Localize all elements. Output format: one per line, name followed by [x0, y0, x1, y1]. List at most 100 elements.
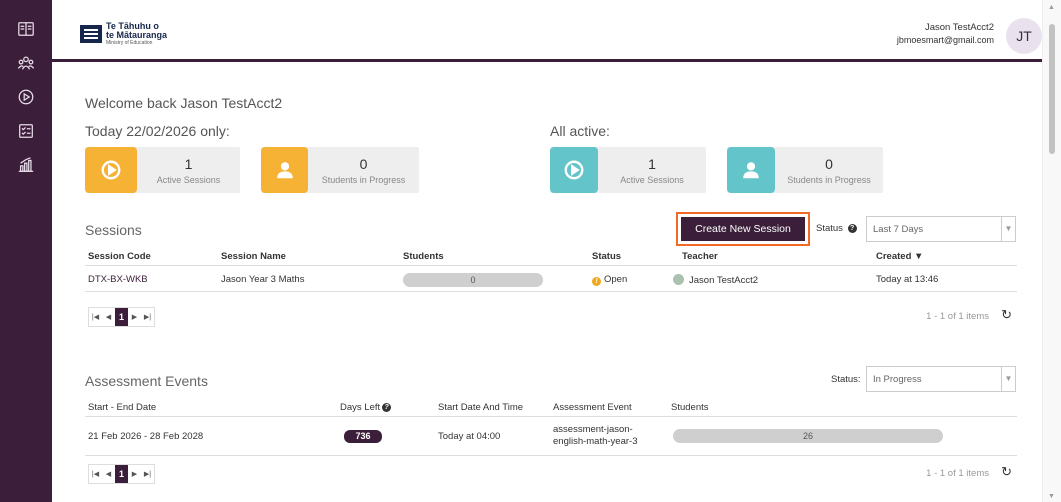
students-count: 26 [802, 431, 813, 441]
all-active-sessions-card[interactable]: 1 Active Sessions [550, 147, 706, 193]
scroll-down-icon[interactable]: ▼ [1048, 493, 1055, 500]
all-active-label: All active: [550, 123, 610, 139]
table-row[interactable]: 21 Feb 2026 - 28 Feb 2028 736 Today at 0… [85, 419, 1017, 456]
assessment-events-title: Assessment Events [85, 373, 208, 389]
col-status[interactable]: Status [592, 251, 621, 262]
event-name-line1: assessment-jason- [553, 424, 633, 435]
scroll-up-icon[interactable]: ▲ [1048, 4, 1055, 11]
help-icon[interactable]: ? [382, 402, 392, 412]
sessions-status-value: Last 7 Days [873, 224, 924, 235]
assessment-status-select[interactable]: In Progress ▼ [866, 366, 1016, 392]
sessions-table-header: Session Code Session Name Students Statu… [85, 248, 1017, 266]
assessment-status-value: In Progress [873, 374, 922, 385]
col-start-end-date[interactable]: Start - End Date [88, 402, 156, 413]
avatar[interactable]: JT [1006, 18, 1042, 54]
card-count: 1 [184, 156, 193, 172]
teacher-name: Jason TestAcct2 [689, 275, 759, 286]
warning-icon: ! [592, 277, 601, 286]
col-days-left-text: Days Left [340, 402, 381, 413]
col-students[interactable]: Students [671, 402, 709, 413]
prev-page-icon[interactable]: ◀ [102, 465, 115, 483]
card-count: 1 [648, 156, 656, 172]
play-circle-icon [85, 147, 137, 193]
user-info[interactable]: Jason TestAcct2 jbmoesmart@gmail.com [897, 22, 994, 46]
first-page-icon[interactable]: |◀ [89, 465, 102, 483]
card-label: Students in Progress [787, 175, 871, 185]
today-label: Today 22/02/2026 only: [85, 123, 230, 139]
refresh-icon[interactable]: ↻ [1001, 307, 1012, 323]
first-page-icon[interactable]: |◀ [89, 308, 102, 326]
refresh-icon[interactable]: ↻ [1001, 464, 1012, 480]
today-students-card[interactable]: 0 Students in Progress [261, 147, 419, 193]
prev-page-icon[interactable]: ◀ [102, 308, 115, 326]
users-icon[interactable] [0, 46, 52, 80]
days-left-badge: 736 [344, 430, 382, 443]
play-circle-icon [550, 147, 598, 193]
event-start: Today at 04:00 [438, 431, 501, 442]
today-active-sessions-card[interactable]: 1 Active Sessions [85, 147, 240, 193]
sessions-pagination: |◀ ◀ 1 ▶ ▶| [88, 307, 155, 327]
play-circle-icon[interactable] [0, 80, 52, 114]
sessions-status-text: Status [816, 223, 843, 234]
students-count: 0 [470, 275, 476, 285]
col-session-name[interactable]: Session Name [221, 251, 286, 262]
sessions-status-label: Status ? [816, 223, 857, 234]
sidebar [0, 0, 52, 502]
scroll-thumb[interactable] [1049, 24, 1055, 154]
person-icon [261, 147, 308, 193]
logo-line-3: Ministry of Education [106, 40, 153, 46]
user-name: Jason TestAcct2 [924, 22, 994, 33]
card-label: Students in Progress [321, 175, 406, 185]
session-code-link[interactable]: DTX-BX-WKB [88, 274, 148, 285]
create-session-button-highlight[interactable]: Create New Session [676, 212, 810, 246]
logo-line-2: te Mātauranga [106, 30, 168, 40]
col-teacher[interactable]: Teacher [682, 251, 718, 262]
last-page-icon[interactable]: ▶| [141, 465, 154, 483]
assessment-table-header: Start - End Date Days Left? Start Date A… [85, 399, 1017, 417]
assessment-status-label: Status: [831, 374, 861, 385]
sessions-title: Sessions [85, 222, 142, 238]
session-name: Jason Year 3 Maths [221, 274, 305, 285]
chevron-down-icon: ▼ [1001, 367, 1015, 391]
main-content: Te Tāhuhu o te Mātauranga Ministry of Ed… [52, 0, 1042, 502]
event-dates: 21 Feb 2026 - 28 Feb 2028 [88, 431, 204, 442]
event-name-line2: english-math-year-3 [553, 436, 638, 447]
teacher-avatar-icon [673, 274, 684, 285]
sessions-status-select[interactable]: Last 7 Days ▼ [866, 216, 1016, 242]
table-row[interactable]: DTX-BX-WKB Jason Year 3 Maths 0 ! Open Ja… [85, 269, 1017, 292]
welcome-heading: Welcome back Jason TestAcct2 [85, 95, 283, 111]
page-number[interactable]: 1 [115, 308, 128, 326]
col-students[interactable]: Students [403, 251, 444, 262]
col-created[interactable]: Created ▼ [876, 251, 923, 262]
col-days-left[interactable]: Days Left? [340, 402, 392, 413]
chevron-down-icon: ▼ [1001, 217, 1015, 241]
card-label: Active Sessions [156, 175, 221, 185]
session-status-text: Open [604, 274, 628, 285]
book-icon[interactable] [0, 12, 52, 46]
ministry-logo[interactable]: Te Tāhuhu o te Mātauranga Ministry of Ed… [80, 22, 167, 46]
page-number[interactable]: 1 [115, 465, 128, 483]
students-progress-bar: 0 [403, 273, 543, 287]
col-assessment-event[interactable]: Assessment Event [553, 402, 632, 413]
card-count: 0 [359, 156, 368, 172]
checklist-icon[interactable] [0, 114, 52, 148]
session-teacher: Jason TestAcct2 [673, 274, 758, 286]
all-active-students-card[interactable]: 0 Students in Progress [727, 147, 883, 193]
assessment-pagination: |◀ ◀ 1 ▶ ▶| [88, 464, 155, 484]
top-header: Te Tāhuhu o te Mātauranga Ministry of Ed… [52, 0, 1042, 62]
user-email: jbmoesmart@gmail.com [896, 35, 994, 45]
logo-mark-icon [80, 25, 102, 43]
assessment-items-count: 1 - 1 of 1 items [926, 468, 989, 479]
next-page-icon[interactable]: ▶ [128, 465, 141, 483]
students-progress-bar: 26 [673, 429, 943, 443]
last-page-icon[interactable]: ▶| [141, 308, 154, 326]
sessions-items-count: 1 - 1 of 1 items [926, 311, 989, 322]
page-scrollbar[interactable]: ▲ ▼ [1042, 0, 1061, 502]
session-status: ! Open [592, 274, 627, 286]
col-start-date-time[interactable]: Start Date And Time [438, 402, 523, 413]
next-page-icon[interactable]: ▶ [128, 308, 141, 326]
help-icon[interactable]: ? [847, 223, 857, 233]
create-session-button[interactable]: Create New Session [681, 217, 805, 241]
reports-chart-icon[interactable] [0, 148, 52, 182]
col-session-code[interactable]: Session Code [88, 251, 151, 262]
